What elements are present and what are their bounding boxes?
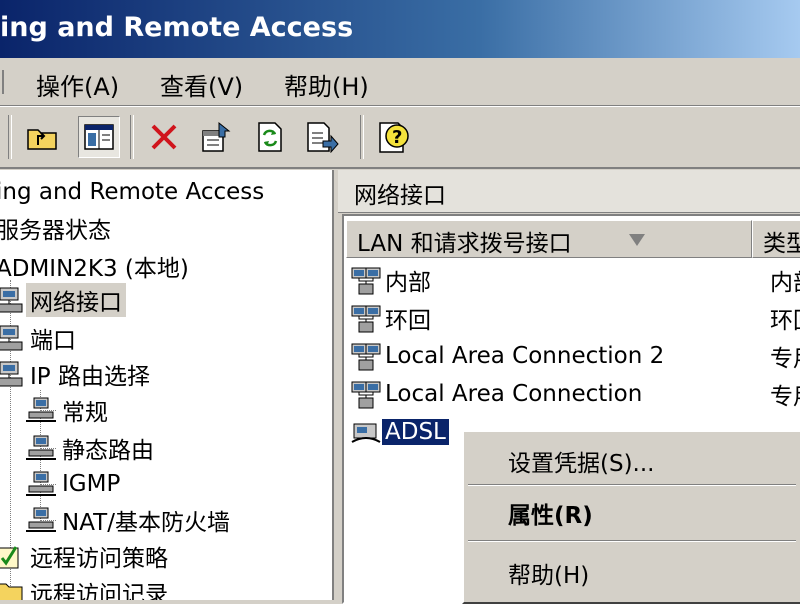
details-pane-title: 网络接口 xyxy=(354,183,446,209)
tree-item-ports[interactable]: 端口 xyxy=(0,322,80,354)
tree-item-label: ing and Remote Access xyxy=(0,179,265,205)
static-routes-icon xyxy=(26,434,56,462)
interface-name: 内部 xyxy=(385,270,431,296)
tree-item-label: 常规 xyxy=(62,400,108,426)
column-header-type-label: 类型 xyxy=(763,231,800,257)
tree-item-label: 端口 xyxy=(30,328,76,354)
column-header-type[interactable]: 类型 xyxy=(752,220,800,258)
show-hide-tree-icon xyxy=(84,124,114,150)
tree-item-label: 服务器状态 xyxy=(0,218,111,244)
properties-button[interactable] xyxy=(196,117,236,157)
menu-bar-grip xyxy=(0,70,4,94)
tree-item-server[interactable]: ADMIN2K3 (本地) xyxy=(0,250,193,282)
toolbar-separator xyxy=(360,115,364,159)
delete-icon xyxy=(149,122,179,152)
column-header-name[interactable]: LAN 和请求拨号接口 xyxy=(346,220,752,258)
properties-icon xyxy=(199,121,233,153)
ip-routing-icon xyxy=(0,360,24,388)
interface-name: ADSL xyxy=(382,419,449,445)
svg-text:?: ? xyxy=(392,127,402,148)
export-list-button[interactable] xyxy=(302,117,342,157)
ports-icon xyxy=(0,324,24,352)
title-bar: ing and Remote Access xyxy=(0,0,800,58)
tree-item-nat-firewall[interactable]: NAT/基本防火墙 xyxy=(26,504,234,536)
list-row[interactable]: Local Area Connection 专用 xyxy=(350,376,800,412)
export-list-icon xyxy=(305,121,339,153)
context-menu-separator xyxy=(468,540,796,542)
general-icon xyxy=(26,396,56,424)
context-menu: 设置凭据(S)... 属性(R) 帮助(H) xyxy=(462,430,800,604)
tree-item-label: 远程访问记录 xyxy=(30,582,168,600)
toolbar: ? xyxy=(0,106,800,169)
up-folder-button[interactable] xyxy=(22,117,62,157)
tree-item-label: IGMP xyxy=(62,471,121,497)
network-interface-icon xyxy=(350,342,381,371)
tree-item-network-interfaces[interactable]: 网络接口 xyxy=(0,283,126,317)
network-interface-icon xyxy=(350,304,381,333)
context-menu-separator xyxy=(468,484,796,486)
help-icon: ? xyxy=(377,120,411,154)
tree-item-remote-access-logging[interactable]: 远程访问记录 xyxy=(0,576,172,600)
tree-item-label: NAT/基本防火墙 xyxy=(62,510,230,536)
tree-item-static-routes[interactable]: 静态路由 xyxy=(26,432,158,464)
tree-item-root[interactable]: ing and Remote Access xyxy=(0,176,268,208)
help-button[interactable]: ? xyxy=(374,117,414,157)
tree-item-general[interactable]: 常规 xyxy=(26,394,112,426)
details-pane-header: 网络接口 xyxy=(338,170,800,213)
tree-item-label: 网络接口 xyxy=(26,283,126,317)
policies-icon xyxy=(0,542,24,570)
interface-type: 专用 xyxy=(770,346,800,372)
context-menu-properties[interactable]: 属性(R) xyxy=(508,496,593,530)
menu-bar: 操作(A) 查看(V) 帮助(H) xyxy=(0,58,800,106)
menu-view[interactable]: 查看(V) xyxy=(160,67,243,102)
dial-up-interface-icon xyxy=(350,418,381,446)
delete-button[interactable] xyxy=(144,117,184,157)
up-folder-icon xyxy=(26,123,58,151)
show-hide-tree-button[interactable] xyxy=(78,116,120,158)
window-title: ing and Remote Access xyxy=(0,12,354,43)
network-interface-icon xyxy=(350,266,381,295)
context-menu-help[interactable]: 帮助(H) xyxy=(508,556,589,590)
toolbar-separator xyxy=(8,115,12,159)
nat-firewall-icon xyxy=(26,506,56,534)
interface-name: Local Area Connection xyxy=(385,381,643,407)
tree-item-igmp[interactable]: IGMP xyxy=(26,468,124,500)
console-tree[interactable]: ing and Remote Access 服务器状态 ADMIN2K3 (本地… xyxy=(0,170,334,600)
list-row[interactable]: 内部 内部 xyxy=(350,262,800,298)
sort-descending-icon xyxy=(629,234,645,246)
network-interfaces-icon xyxy=(0,286,24,314)
toolbar-separator xyxy=(130,115,134,159)
igmp-icon xyxy=(26,470,56,498)
tree-item-ip-routing[interactable]: IP 路由选择 xyxy=(0,358,154,390)
tree-item-server-status[interactable]: 服务器状态 xyxy=(0,212,115,244)
interface-type: 专用 xyxy=(770,384,800,410)
tree-item-label: IP 路由选择 xyxy=(30,364,150,390)
menu-action[interactable]: 操作(A) xyxy=(36,67,119,102)
column-header-name-label: LAN 和请求拨号接口 xyxy=(357,231,572,257)
logging-icon xyxy=(0,578,24,600)
tree-item-label: ADMIN2K3 (本地) xyxy=(0,256,189,282)
interface-type: 环回 xyxy=(770,308,800,334)
tree-item-label: 静态路由 xyxy=(62,438,154,464)
refresh-icon xyxy=(256,121,284,153)
interface-name: 环回 xyxy=(385,308,431,334)
network-interface-icon xyxy=(350,380,381,409)
refresh-button[interactable] xyxy=(250,117,290,157)
interface-name: Local Area Connection 2 xyxy=(385,343,665,369)
interface-type: 内部 xyxy=(770,270,800,296)
list-row[interactable]: 环回 环回 xyxy=(350,300,800,336)
context-menu-set-credentials[interactable]: 设置凭据(S)... xyxy=(508,444,654,478)
tree-item-label: 远程访问策略 xyxy=(30,546,168,572)
list-row[interactable]: Local Area Connection 2 专用 xyxy=(350,338,800,374)
tree-item-remote-access-policies[interactable]: 远程访问策略 xyxy=(0,540,172,572)
menu-help[interactable]: 帮助(H) xyxy=(284,67,369,102)
